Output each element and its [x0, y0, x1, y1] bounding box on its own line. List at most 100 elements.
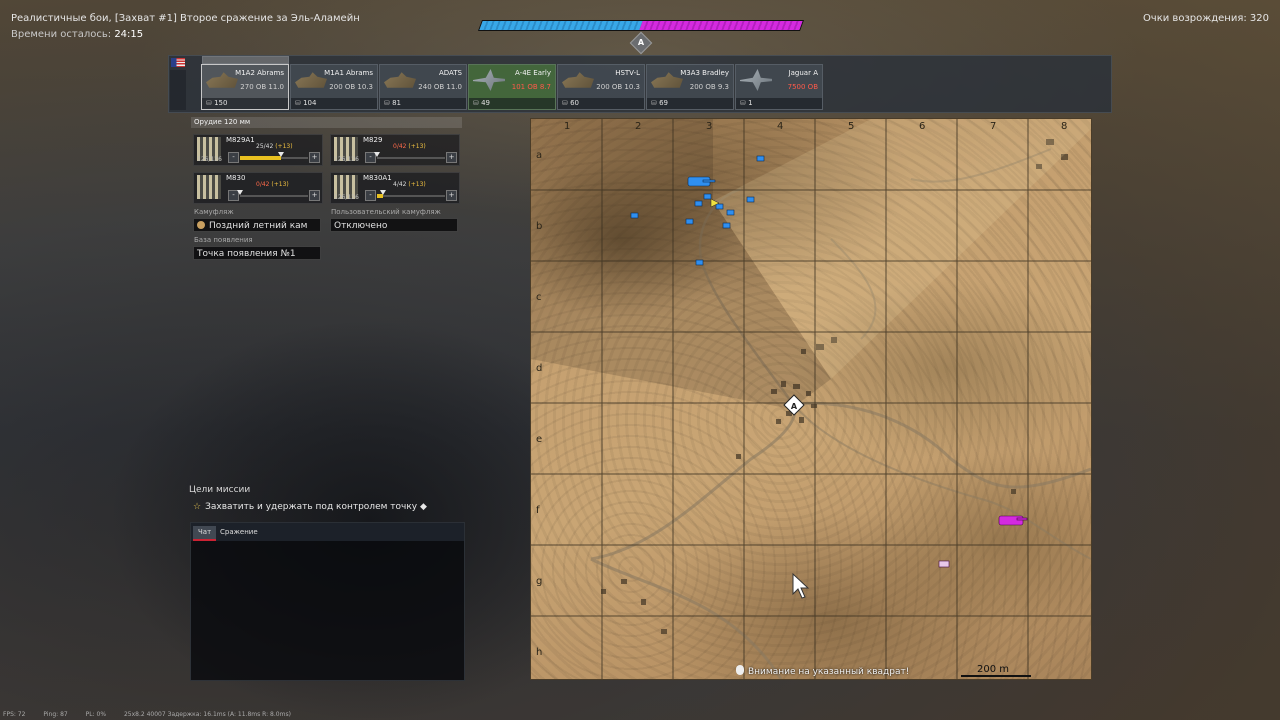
vehicle-slot[interactable]: M1A2 Abrams 270 ОВ 11.0 150 [201, 64, 289, 110]
ammo-slider[interactable] [377, 190, 445, 198]
vehicle-cost: 270 ОВ 11.0 [240, 83, 284, 91]
vehicle-slot[interactable]: M1A1 Abrams 200 ОВ 10.3 104 [290, 64, 378, 110]
time-value: 24:15 [114, 29, 144, 40]
vehicle-slot[interactable]: A-4E Early 101 ОВ 8.7 49 [468, 64, 556, 110]
increase-ammo-button[interactable]: + [446, 152, 457, 163]
spawn-select[interactable]: Точка появления №1 [193, 246, 321, 260]
vehicle-count: 69 [651, 99, 668, 107]
vehicle-name: HSTV-L [615, 69, 640, 77]
ammo-name: M830 [226, 174, 246, 182]
spawn-label: База появления [194, 236, 253, 244]
ammo-total: 126/126 [334, 156, 359, 163]
time-label: Времени осталось: [11, 29, 112, 40]
map-column-label: 1 [564, 121, 571, 132]
vehicle-cost: 200 ОВ 10.3 [329, 83, 373, 91]
vehicle-slot[interactable]: HSTV-L 200 ОВ 10.3 60 [557, 64, 645, 110]
ammo-slider[interactable] [374, 152, 445, 159]
ammo-slot[interactable]: M830 0/42 (+13) - + [193, 172, 323, 204]
ammo-slider-knob[interactable] [380, 190, 387, 195]
ammo-count-value: 25/42 [256, 143, 274, 150]
ammo-count-value: 4/42 [393, 181, 407, 188]
map-row-label: e [536, 434, 543, 445]
ammo-slider-knob[interactable] [374, 152, 380, 157]
vehicle-slot[interactable]: Jaguar A 7500 ОВ 1 [735, 64, 823, 110]
increase-ammo-button[interactable]: + [446, 190, 457, 201]
pl-readout: PL: 0% [85, 711, 107, 718]
vehicle-slot[interactable]: M3A3 Bradley 200 ОВ 9.3 69 [646, 64, 734, 110]
ping-readout: Ping: 87 [43, 711, 68, 718]
nation-strip [170, 70, 186, 110]
ammo-slider-fill [240, 156, 281, 160]
vehicle-name: M3A3 Bradley [680, 69, 729, 77]
ammo-slot[interactable]: M829A1 25/42 (+13) 126/126- + [193, 134, 323, 166]
map-row-label: b [536, 221, 543, 232]
tank-icon [295, 72, 327, 88]
tactical-map[interactable]: A 1 2 3 4 5 6 7 8 a b c d e f g h 200 m Внимание на ука… [530, 118, 1092, 680]
ammo-slider-knob[interactable] [237, 190, 243, 195]
ammo-bonus: (+13) [275, 143, 293, 150]
ammo-slot[interactable]: M829 0/42 (+13) 126/126- + [330, 134, 460, 166]
star-icon: ☆ [193, 502, 202, 512]
increase-ammo-button[interactable]: + [309, 190, 320, 201]
map-column-label: 2 [635, 121, 642, 132]
decrease-ammo-button[interactable]: - [228, 152, 239, 163]
vehicle-cost: 200 ОВ 9.3 [689, 83, 729, 91]
aircraft-icon [740, 69, 772, 91]
vehicle-count: 150 [206, 99, 227, 107]
ammo-count-value: 0/42 [256, 181, 270, 188]
objective-text: Захватить и удержать под контролем точку [205, 502, 418, 512]
ammo-slider-knob[interactable] [277, 152, 284, 157]
status-bar: FPS: 72 Ping: 87 PL: 0% 25x8.2 40007 Зад… [3, 711, 307, 718]
vehicle-count: 104 [295, 99, 316, 107]
map-hint: Внимание на указанный квадрат! [736, 665, 909, 677]
enemy-units [938, 515, 1028, 568]
pink-team-score [639, 21, 803, 30]
ammo-name: M829 [363, 136, 383, 144]
ammo-slot[interactable]: M830A1 4/42 (+13) 126/126- + [330, 172, 460, 204]
increase-ammo-button[interactable]: + [309, 152, 320, 163]
ammo-slider[interactable] [240, 152, 308, 160]
custom-camo-label: Пользовательский камуфляж [331, 208, 441, 216]
mission-objective: ☆ Захватить и удержать под контролем точк… [193, 502, 427, 512]
selected-slot-indicator [202, 56, 289, 64]
mission-title: Цели миссии [189, 485, 251, 495]
ammo-bonus: (+13) [271, 181, 289, 188]
tab-chat[interactable]: Чат [193, 526, 217, 541]
map-row-label: c [536, 292, 542, 303]
map-overlay: A [531, 119, 1091, 679]
aircraft-icon [473, 69, 505, 91]
vehicle-cost: 7500 ОВ [787, 83, 818, 91]
ammo-slider[interactable] [237, 190, 308, 197]
tank-icon [562, 72, 594, 88]
tank-icon [384, 72, 416, 88]
ammo-bonus: (+13) [408, 143, 426, 150]
chat-panel[interactable]: Чат Сражение [190, 522, 465, 681]
map-row-label: g [536, 576, 543, 587]
tank-icon [651, 72, 683, 88]
camo-select[interactable]: Поздний летний кам [193, 218, 321, 232]
vehicle-count: 1 [740, 99, 752, 107]
svg-text:A: A [791, 402, 798, 411]
mouse-icon [736, 665, 744, 675]
ammo-total: 126/126 [334, 194, 359, 201]
vehicle-name: Jaguar A [788, 69, 818, 77]
battle-title: Реалистичные бои, [Захват #1] Второе сра… [11, 13, 360, 24]
vehicle-slot[interactable]: ADATS 240 ОВ 11.0 81 [379, 64, 467, 110]
tank-icon [206, 72, 238, 88]
ammo-count: 4/42 (+13) [393, 181, 426, 188]
vehicle-cost: 240 ОВ 11.0 [418, 83, 462, 91]
custom-camo-select[interactable]: Отключено [330, 218, 458, 232]
latency-readout: 25x8.2 40007 Задержка: 16.1ms (A: 11.8ms… [123, 711, 291, 718]
vehicle-name: M1A1 Abrams [324, 69, 373, 77]
map-hint-text: Внимание на указанный квадрат! [748, 667, 910, 677]
vehicle-count: 81 [384, 99, 401, 107]
capture-zone-letter: A [637, 38, 645, 47]
fps-readout: FPS: 72 [3, 711, 26, 718]
vehicle-cost: 200 ОВ 10.3 [596, 83, 640, 91]
blue-team-score [479, 21, 643, 30]
chat-tabs: Чат Сражение [191, 523, 464, 541]
ammo-count-value: 0/42 [393, 143, 407, 150]
tab-battle[interactable]: Сражение [215, 526, 263, 539]
decrease-ammo-button[interactable]: - [365, 190, 376, 201]
time-remaining: Времени осталось: 24:15 [11, 29, 143, 40]
